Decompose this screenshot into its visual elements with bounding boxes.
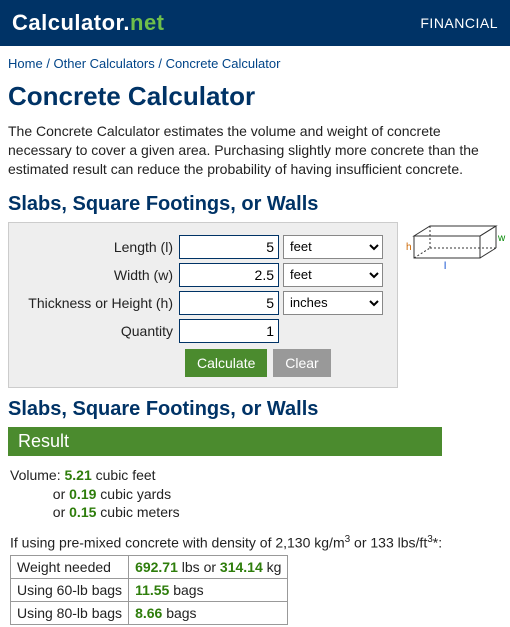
label-thickness: Thickness or Height (h) bbox=[19, 295, 179, 311]
diagram-l-label: l bbox=[444, 261, 446, 272]
label-length: Length (l) bbox=[19, 239, 179, 255]
section-heading-slabs: Slabs, Square Footings, or Walls bbox=[8, 193, 502, 216]
cuboid-diagram: h l w bbox=[406, 224, 506, 282]
diagram-h-label: h bbox=[406, 242, 412, 253]
label-quantity: Quantity bbox=[19, 323, 179, 339]
breadcrumb-sep: / bbox=[158, 56, 165, 71]
clear-button[interactable]: Clear bbox=[273, 349, 330, 377]
top-nav-bar: Calculator.net FINANCIAL bbox=[0, 0, 510, 46]
volume-cubic-feet-unit: cubic feet bbox=[96, 467, 156, 483]
or-text: or bbox=[53, 504, 65, 520]
or-text: or bbox=[53, 486, 65, 502]
breadcrumb: Home / Other Calculators / Concrete Calc… bbox=[0, 46, 510, 77]
calculate-button[interactable]: Calculate bbox=[185, 349, 267, 377]
nav-financial-link[interactable]: FINANCIAL bbox=[420, 15, 498, 31]
volume-cubic-feet: 5.21 bbox=[64, 467, 91, 483]
intro-paragraph: The Concrete Calculator estimates the vo… bbox=[8, 122, 502, 179]
length-input[interactable] bbox=[179, 235, 279, 259]
width-unit-select[interactable]: feet bbox=[283, 263, 383, 287]
volume-cubic-yards: 0.19 bbox=[69, 486, 96, 502]
result-table: Weight needed 692.71 lbs or 314.14 kg Us… bbox=[10, 555, 288, 625]
table-row: Weight needed 692.71 lbs or 314.14 kg bbox=[11, 556, 288, 579]
weight-needed-value: 692.71 lbs or 314.14 kg bbox=[129, 556, 288, 579]
density-text: If using pre-mixed concrete with density… bbox=[10, 534, 500, 551]
volume-cubic-meters-unit: cubic meters bbox=[100, 504, 179, 520]
volume-cubic-meters: 0.15 bbox=[69, 504, 96, 520]
breadcrumb-current[interactable]: Concrete Calculator bbox=[166, 56, 281, 71]
bags80-label: Using 80-lb bags bbox=[11, 602, 129, 625]
breadcrumb-home[interactable]: Home bbox=[8, 56, 43, 71]
bags60-label: Using 60-lb bags bbox=[11, 579, 129, 602]
volume-cubic-yards-unit: cubic yards bbox=[100, 486, 171, 502]
table-row: Using 60-lb bags 11.55 bags bbox=[11, 579, 288, 602]
result-bar: Result bbox=[8, 427, 442, 456]
label-width: Width (w) bbox=[19, 267, 179, 283]
site-logo[interactable]: Calculator.net bbox=[12, 10, 165, 36]
thickness-input[interactable] bbox=[179, 291, 279, 315]
thickness-unit-select[interactable]: inches bbox=[283, 291, 383, 315]
bags60-value: 11.55 bags bbox=[129, 579, 288, 602]
volume-block: Volume: 5.21 cubic feet or 0.19 cubic ya… bbox=[10, 466, 500, 523]
slab-form-panel: Length (l) feet Width (w) feet Thickness… bbox=[8, 222, 398, 388]
breadcrumb-sep: / bbox=[46, 56, 53, 71]
bags80-value: 8.66 bags bbox=[129, 602, 288, 625]
logo-suffix: net bbox=[130, 10, 165, 35]
volume-label: Volume: bbox=[10, 467, 61, 483]
length-unit-select[interactable]: feet bbox=[283, 235, 383, 259]
quantity-input[interactable] bbox=[179, 319, 279, 343]
page-title: Concrete Calculator bbox=[8, 81, 502, 112]
table-row: Using 80-lb bags 8.66 bags bbox=[11, 602, 288, 625]
width-input[interactable] bbox=[179, 263, 279, 287]
weight-needed-label: Weight needed bbox=[11, 556, 129, 579]
logo-dot: . bbox=[123, 10, 130, 35]
result-section-heading: Slabs, Square Footings, or Walls bbox=[8, 398, 502, 421]
diagram-w-label: w bbox=[497, 233, 506, 244]
logo-text: Calculator bbox=[12, 10, 123, 35]
breadcrumb-other[interactable]: Other Calculators bbox=[54, 56, 155, 71]
